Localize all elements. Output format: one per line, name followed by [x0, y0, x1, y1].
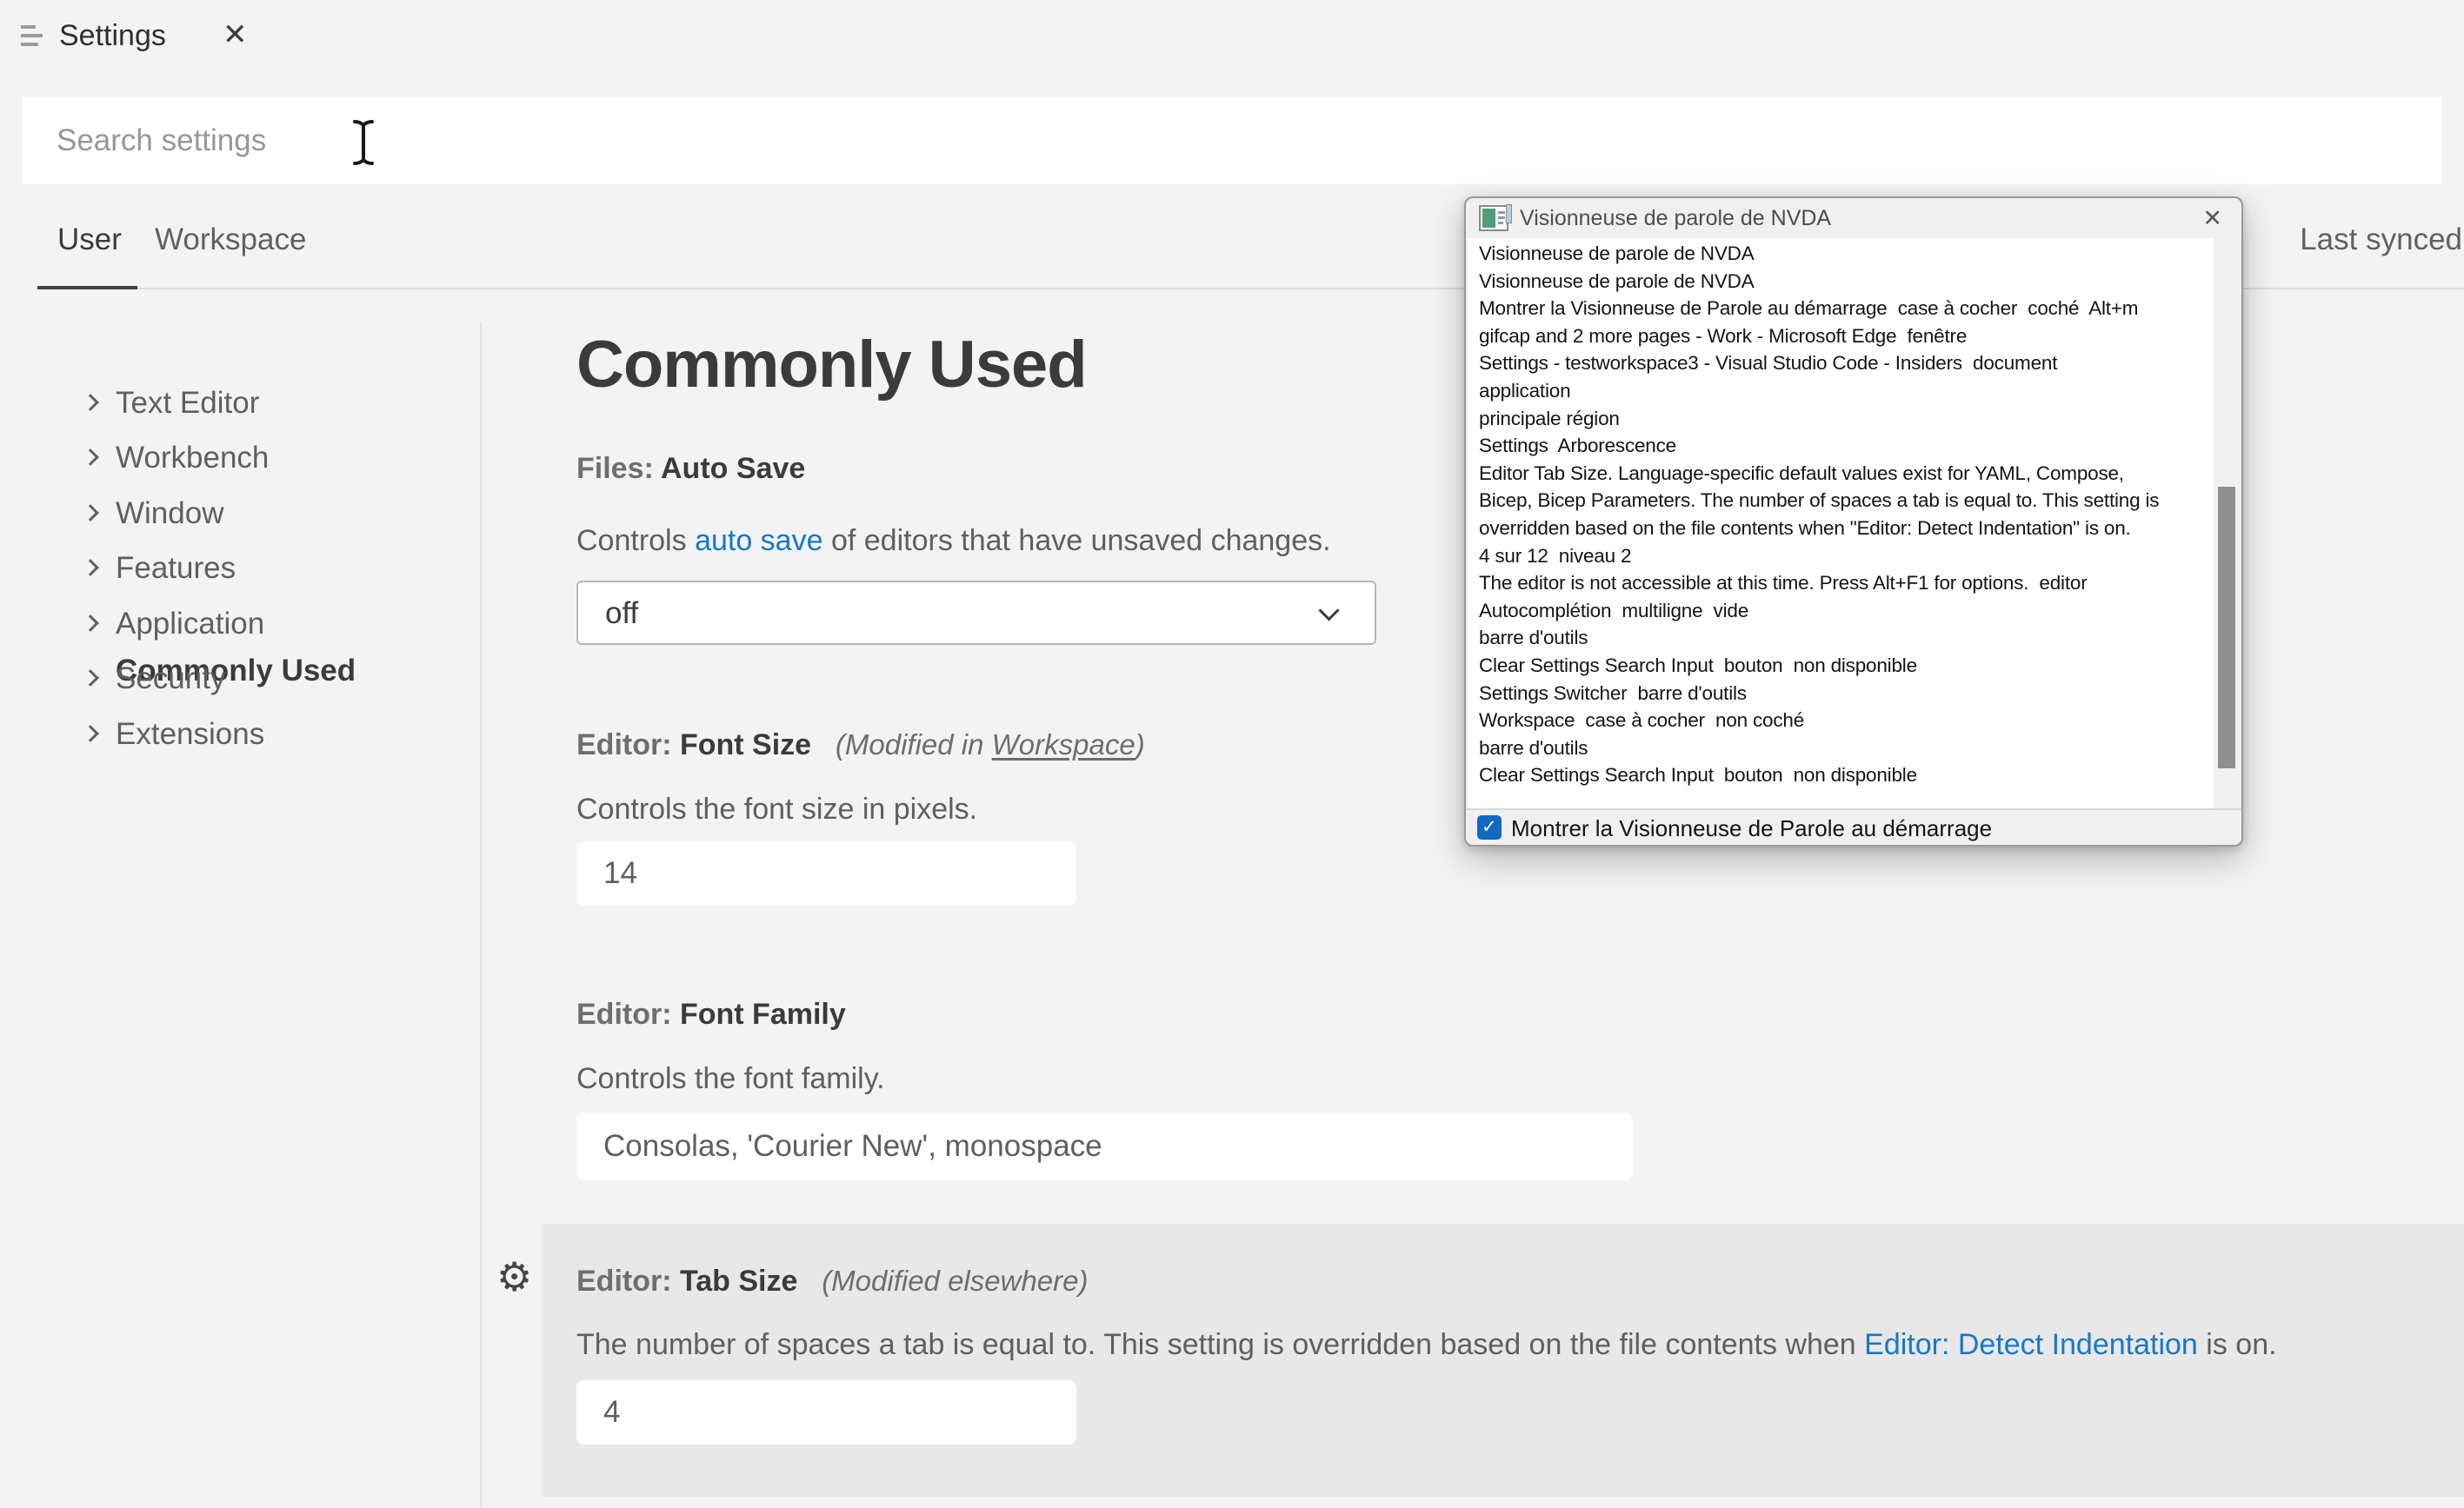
speech-log-line: overridden based on the file contents wh…: [1479, 515, 2210, 542]
settings-tab-title[interactable]: Settings: [59, 19, 166, 53]
sidebar-item-workbench[interactable]: Workbench: [0, 441, 480, 486]
speech-log-line: Editor Tab Size. Language-specific defau…: [1479, 460, 2210, 488]
auto-save-link[interactable]: auto save: [695, 524, 822, 557]
speech-log-line: gifcap and 2 more pages - Work - Microso…: [1479, 322, 2210, 350]
speech-log-line: barre d'outils: [1479, 734, 2210, 762]
sidebar-item-text-editor[interactable]: Text Editor: [0, 386, 480, 431]
sidebar-item-features[interactable]: Features: [0, 551, 480, 596]
speech-log-line: Autocomplétion multiligne vide: [1479, 597, 2210, 625]
scrollbar-thumb[interactable]: [2218, 487, 2235, 768]
tab-workspace[interactable]: Workspace: [155, 223, 306, 257]
speech-log-line: principale région: [1479, 405, 2210, 433]
search-input[interactable]: [23, 97, 2441, 184]
sidebar-item-window[interactable]: Window: [0, 496, 480, 541]
editor-tab-bar: Settings ✕: [0, 0, 2464, 70]
speech-log-line: application: [1479, 377, 2210, 405]
checkmark-icon: ✓: [1482, 816, 1497, 838]
tab-size-input[interactable]: [576, 1380, 1076, 1445]
speech-log-line: Visionneuse de parole de NVDA: [1479, 240, 2210, 268]
tab-user[interactable]: User: [57, 223, 122, 257]
speech-log-line: barre d'outils: [1479, 624, 2210, 652]
speech-log-line: Settings - testworkspace3 - Visual Studi…: [1479, 349, 2210, 377]
sidebar-divider: [480, 322, 482, 1508]
last-synced-label: Last synced: [2300, 223, 2462, 257]
setting-label-tab-size: Editor: Tab Size (Modified elsewhere): [576, 1265, 1089, 1299]
setting-label-font-size: Editor: Font Size (Modified in Workspace…: [576, 728, 1145, 762]
speech-log-line: Montrer la Visionneuse de Parole au déma…: [1479, 295, 2210, 322]
menu-icon: [21, 25, 43, 48]
setting-desc-auto-save: Controls auto save of editors that have …: [576, 524, 1331, 558]
show-on-startup-checkbox[interactable]: ✓: [1477, 815, 1502, 840]
setting-label-auto-save: Files: Auto Save: [576, 452, 805, 486]
speech-log-line: Clear Settings Search Input bouton non d…: [1479, 761, 2210, 789]
speech-log-line: 4 sur 12 niveau 2: [1479, 542, 2210, 570]
chevron-right-icon: [82, 394, 99, 411]
settings-search-bar: [23, 97, 2441, 184]
nvda-footer: ✓ Montrer la Visionneuse de Parole au dé…: [1466, 808, 2241, 845]
active-tab-underline: [37, 286, 137, 289]
sidebar-item-application[interactable]: Application: [0, 607, 480, 652]
nvda-app-icon: [1479, 205, 1508, 231]
chevron-right-icon: [82, 448, 99, 466]
speech-log-line: The editor is not accessible at this tim…: [1479, 569, 2210, 597]
chevron-right-icon: [82, 614, 99, 632]
nvda-close-icon[interactable]: ✕: [2202, 205, 2222, 232]
chevron-down-icon: [1318, 600, 1339, 621]
sidebar-item-extensions[interactable]: Extensions: [0, 717, 480, 762]
auto-save-select[interactable]: off: [576, 581, 1376, 645]
gear-icon[interactable]: ⚙: [496, 1253, 532, 1300]
settings-tree: Commonly Used Text Editor Workbench Wind…: [0, 322, 480, 1508]
tab-close-icon[interactable]: ✕: [223, 17, 248, 52]
setting-label-font-family: Editor: Font Family: [576, 998, 846, 1032]
nvda-window-title: Visionneuse de parole de NVDA: [1520, 206, 1831, 231]
nvda-speech-viewer-window: Visionneuse de parole de NVDA ✕ Visionne…: [1464, 196, 2243, 847]
workspace-link[interactable]: Workspace: [992, 728, 1135, 761]
chevron-right-icon: [82, 504, 99, 521]
speech-log-line: Workspace case à cocher non coché: [1479, 707, 2210, 734]
speech-log-line: Clear Settings Search Input bouton non d…: [1479, 652, 2210, 680]
speech-log-line: Settings Switcher barre d'outils: [1479, 680, 2210, 707]
setting-desc-tab-size: The number of spaces a tab is equal to. …: [576, 1328, 2277, 1362]
chevron-right-icon: [82, 669, 99, 687]
detect-indentation-link[interactable]: Editor: Detect Indentation: [1864, 1328, 2198, 1361]
setting-desc-font-family: Controls the font family.: [576, 1062, 885, 1096]
speech-log-line: Visionneuse de parole de NVDA: [1479, 268, 2210, 296]
speech-log-line: Bicep, Bicep Parameters. The number of s…: [1479, 487, 2210, 515]
chevron-right-icon: [82, 559, 99, 576]
speech-log-line: Settings Arborescence: [1479, 432, 2210, 460]
show-on-startup-label: Montrer la Visionneuse de Parole au déma…: [1511, 815, 1992, 842]
text-cursor-icon: [346, 118, 381, 167]
scrollbar-track[interactable]: [2214, 238, 2240, 808]
sidebar-item-security[interactable]: Security: [0, 661, 480, 707]
chevron-right-icon: [82, 725, 99, 742]
font-size-input[interactable]: [576, 841, 1076, 906]
nvda-speech-log: Visionneuse de parole de NVDA Visionneus…: [1468, 238, 2240, 808]
nvda-title-bar[interactable]: Visionneuse de parole de NVDA ✕: [1466, 198, 2241, 238]
font-family-input[interactable]: [576, 1113, 1633, 1180]
page-title: Commonly Used: [576, 327, 1087, 402]
setting-desc-font-size: Controls the font size in pixels.: [576, 793, 977, 827]
